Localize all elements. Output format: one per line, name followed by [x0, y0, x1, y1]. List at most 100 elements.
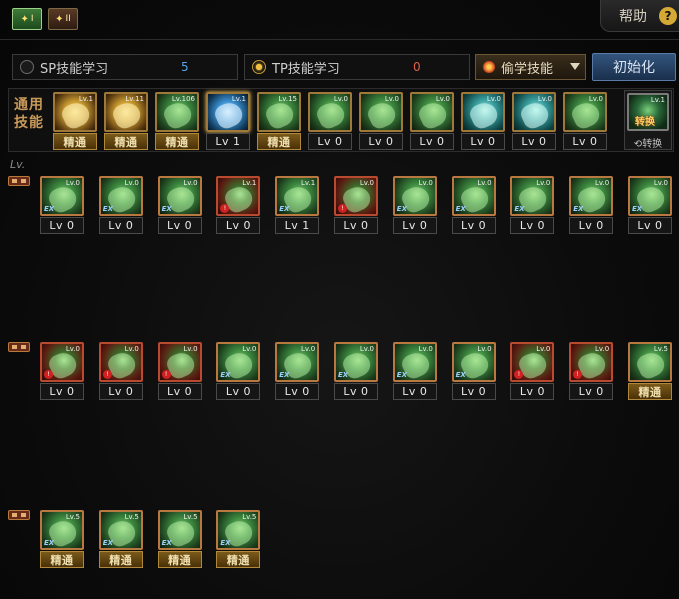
skill-glyph-icon [59, 98, 93, 130]
skill-slot[interactable]: Lv.0 Lv 0 [308, 92, 352, 150]
skill-slot[interactable]: Lv.0 EX Lv 0 [157, 176, 202, 234]
star-icon: ✦ [55, 13, 64, 25]
skill-icon[interactable]: Lv.5 EX [157, 510, 202, 550]
skill-slot[interactable]: Lv.0 EX Lv 0 [510, 176, 555, 234]
skill-slot[interactable]: Lv.1 Lv 1 [206, 92, 250, 150]
skill-icon[interactable]: Lv.0 [563, 92, 607, 132]
skill-slot[interactable]: Lv.0! Lv 0 [334, 176, 378, 234]
skill-icon[interactable]: Lv.15 [257, 92, 301, 132]
skill-icon[interactable]: Lv.1 [206, 92, 250, 132]
tab-skill-page-2[interactable]: ✦ II [48, 8, 78, 30]
skill-icon[interactable]: Lv.0 EX [392, 176, 437, 216]
skill-icon[interactable]: Lv.0 EX [334, 342, 378, 382]
skill-slot[interactable]: Lv.5 精通 [628, 342, 672, 400]
skill-slot[interactable]: Lv.0! Lv 0 [569, 342, 614, 400]
skill-level-tag: Lv.0 [333, 95, 348, 103]
tab-skill-page-1[interactable]: ✦ I [12, 8, 42, 30]
steal-skill-dropdown[interactable]: 偷学技能 [475, 54, 586, 80]
skill-slot[interactable]: Lv.5 EX 精通 [40, 510, 84, 568]
skill-icon[interactable]: Lv.0 EX [392, 342, 437, 382]
skill-icon[interactable]: Lv.5 EX [98, 510, 143, 550]
skill-icon[interactable]: Lv.0 EX [275, 342, 320, 382]
skill-slot[interactable]: Lv.0 EX Lv 0 [451, 342, 496, 400]
skill-slot[interactable]: Lv.0 EX Lv 0 [40, 176, 84, 234]
skill-icon[interactable]: Lv.5 EX [216, 510, 261, 550]
skill-icon[interactable]: Lv.0 EX [569, 176, 614, 216]
skill-icon[interactable]: Lv.0 EX [98, 176, 143, 216]
skill-level-tag: Lv.0 [124, 179, 139, 187]
skill-icon[interactable]: Lv.0 [308, 92, 352, 132]
skill-icon[interactable]: Lv.1! [216, 176, 261, 216]
skill-swap-button[interactable]: Lv.1 转换 ⟲转换 [624, 90, 672, 150]
help-button[interactable]: 帮助 ? [600, 0, 679, 32]
skill-icon[interactable]: Lv.0 [461, 92, 505, 132]
skill-slot[interactable]: Lv.1! Lv 0 [216, 176, 261, 234]
skill-icon[interactable]: Lv.106 [155, 92, 199, 132]
skill-icon[interactable]: Lv.0 [359, 92, 403, 132]
skill-icon[interactable]: Lv.0 EX [157, 176, 202, 216]
skill-slot[interactable]: Lv.1 精通 [53, 92, 97, 150]
skill-icon[interactable]: Lv.0 [410, 92, 454, 132]
skill-slot[interactable]: Lv.0 Lv 0 [359, 92, 403, 150]
sp-skill-learn-option[interactable]: SP技能学习 5 [12, 54, 238, 80]
skill-slot[interactable]: Lv.0 EX Lv 0 [98, 176, 143, 234]
skill-slot[interactable]: Lv.0 EX Lv 0 [392, 176, 437, 234]
skill-slot[interactable]: Lv.15 精通 [257, 92, 301, 150]
skill-icon[interactable]: Lv.0 EX [216, 342, 261, 382]
skill-slot[interactable]: Lv.0 Lv 0 [512, 92, 556, 150]
skill-icon[interactable]: Lv.0! [98, 342, 143, 382]
skill-icon[interactable]: Lv.0! [510, 342, 555, 382]
skill-icon[interactable]: Lv.0 EX [451, 176, 496, 216]
skill-level-label: Lv 0 [98, 217, 143, 234]
skill-level-label: 精通 [53, 133, 97, 150]
skill-icon[interactable]: Lv.0 EX [510, 176, 555, 216]
skill-icon[interactable]: Lv.5 EX [40, 510, 84, 550]
skill-slot[interactable]: Lv.0 EX Lv 0 [275, 342, 320, 400]
ex-badge-icon: EX [632, 205, 643, 213]
sp-radio[interactable] [20, 60, 34, 74]
skill-icon[interactable]: Lv.0 EX [628, 176, 672, 216]
skill-slot[interactable]: Lv.0 EX Lv 0 [451, 176, 496, 234]
skill-icon[interactable]: Lv.0 [512, 92, 556, 132]
skill-slot[interactable]: Lv.0 EX Lv 0 [334, 342, 378, 400]
skill-slot[interactable]: Lv.0 Lv 0 [461, 92, 505, 150]
skill-slot[interactable]: Lv.0 EX Lv 0 [392, 342, 437, 400]
skill-slot[interactable]: Lv.5 EX 精通 [98, 510, 143, 568]
skill-level-tag: Lv.0 [477, 179, 492, 187]
skill-slot[interactable]: Lv.0 EX Lv 0 [628, 176, 672, 234]
skill-slot[interactable]: Lv.11 精通 [104, 92, 148, 150]
skill-icon[interactable]: Lv.0! [40, 342, 84, 382]
skill-icon[interactable]: Lv.0! [157, 342, 202, 382]
skill-slot[interactable]: Lv.0! Lv 0 [510, 342, 555, 400]
row-level-marker-icon [8, 510, 30, 520]
tab-label: II [65, 14, 71, 24]
skill-slot[interactable]: Lv.0! Lv 0 [98, 342, 143, 400]
skill-slot[interactable]: Lv.106 精通 [155, 92, 199, 150]
locked-badge-icon: ! [514, 370, 524, 379]
skill-slot[interactable]: Lv.0 Lv 0 [563, 92, 607, 150]
skill-level-tag: Lv.0 [588, 95, 603, 103]
initialize-button[interactable]: 初始化 [592, 53, 676, 81]
skill-icon[interactable]: Lv.5 [628, 342, 672, 382]
skill-slot[interactable]: Lv.0 Lv 0 [410, 92, 454, 150]
skill-slot[interactable]: Lv.0! Lv 0 [40, 342, 84, 400]
skill-slot[interactable]: Lv.0 EX Lv 0 [569, 176, 614, 234]
skill-icon[interactable]: Lv.1 [53, 92, 97, 132]
tp-skill-learn-option[interactable]: TP技能学习 0 [244, 54, 470, 80]
skill-slot[interactable]: Lv.5 EX 精通 [157, 510, 202, 568]
row-level-marker-icon [8, 176, 30, 186]
skill-icon[interactable]: Lv.0! [569, 342, 614, 382]
skill-slot[interactable]: Lv.5 EX 精通 [216, 510, 261, 568]
skill-icon[interactable]: Lv.0! [334, 176, 378, 216]
skill-slot[interactable]: Lv.1 EX Lv 1 [275, 176, 320, 234]
skill-glyph-icon [263, 98, 297, 130]
skill-slot[interactable]: Lv.0 EX Lv 0 [216, 342, 261, 400]
skill-level-label: Lv 0 [98, 383, 143, 400]
tp-radio[interactable] [252, 60, 266, 74]
skill-icon[interactable]: Lv.0 EX [40, 176, 84, 216]
steal-label: 偷学技能 [501, 61, 554, 77]
skill-slot[interactable]: Lv.0! Lv 0 [157, 342, 202, 400]
skill-icon[interactable]: Lv.11 [104, 92, 148, 132]
skill-icon[interactable]: Lv.0 EX [451, 342, 496, 382]
skill-icon[interactable]: Lv.1 EX [275, 176, 320, 216]
